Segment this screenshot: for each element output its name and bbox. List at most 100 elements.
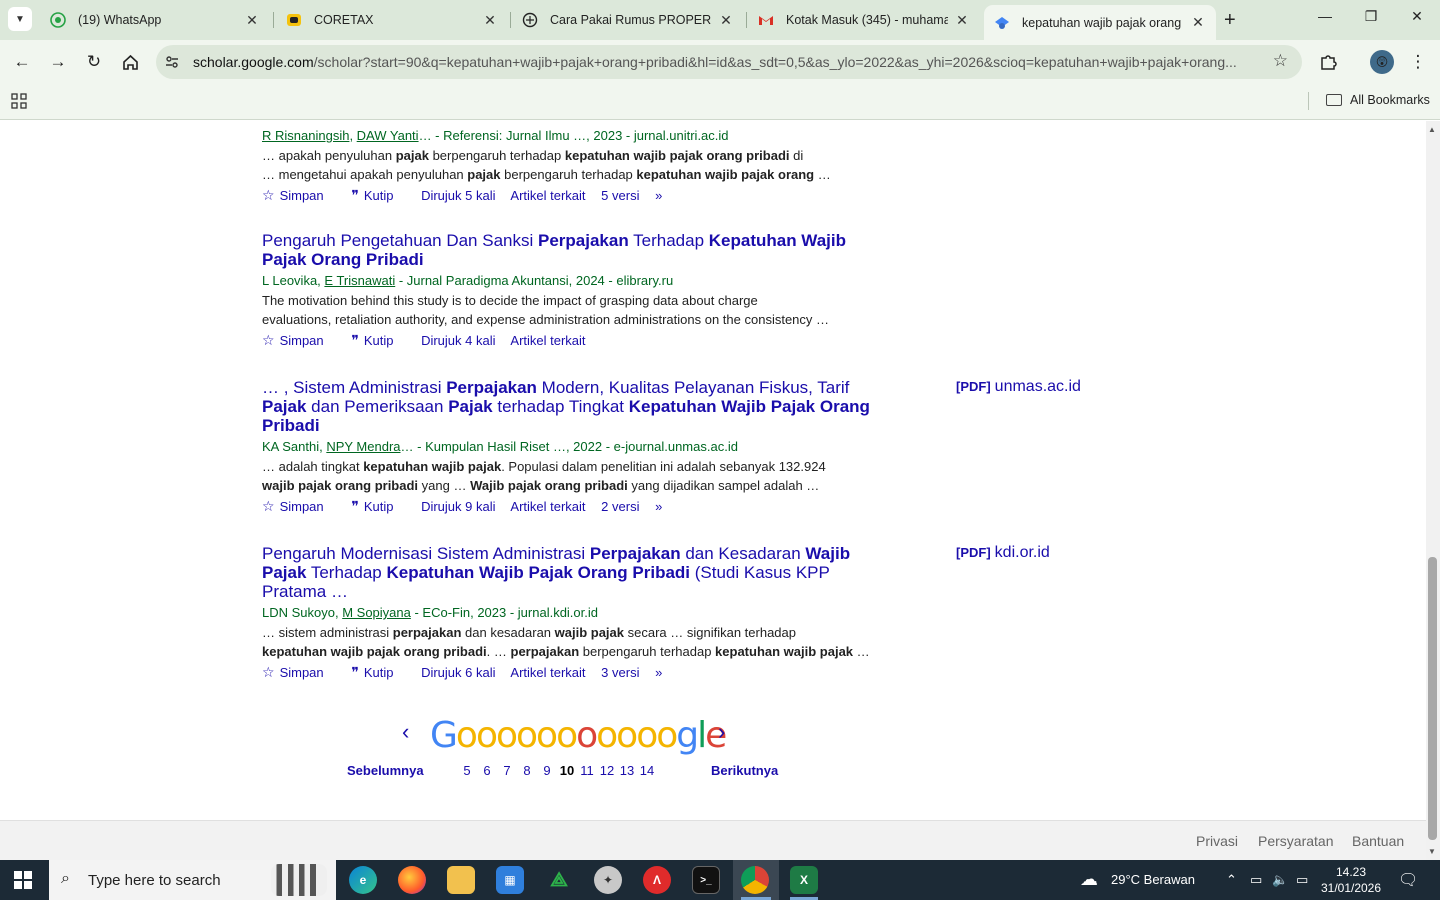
related-articles-link[interactable]: Artikel terkait — [510, 499, 585, 514]
scroll-down-icon[interactable]: ▼ — [1428, 847, 1436, 856]
page-link[interactable]: 7 — [498, 763, 516, 778]
page-link[interactable]: 5 — [458, 763, 476, 778]
extensions-button[interactable] — [1318, 52, 1338, 72]
close-icon[interactable]: ✕ — [718, 12, 734, 29]
cite-link[interactable]: ❞ Kutip — [351, 187, 405, 203]
page-link[interactable]: 6 — [478, 763, 496, 778]
page-link[interactable]: 8 — [518, 763, 536, 778]
chrome-icon[interactable] — [741, 866, 769, 894]
cited-by-link[interactable]: Dirujuk 6 kali — [421, 665, 495, 680]
tab-whatsapp[interactable]: (19) WhatsApp ✕ — [40, 6, 270, 34]
menu-button[interactable]: ⋮ — [1408, 52, 1428, 72]
address-bar[interactable]: scholar.google.com/scholar?start=90&q=ke… — [156, 45, 1302, 79]
system-clock[interactable]: 14.23 31/01/2026 — [1313, 864, 1389, 896]
back-button[interactable]: ← — [12, 52, 32, 72]
apps-grid-icon[interactable] — [11, 93, 27, 109]
related-articles-link[interactable]: Artikel terkait — [510, 665, 585, 680]
page-scrollbar[interactable]: ▲ ▼ — [1426, 121, 1440, 860]
save-link[interactable]: ☆ Simpan — [262, 664, 336, 680]
related-articles-link[interactable]: Artikel terkait — [510, 333, 585, 348]
author-link[interactable]: E Trisnawati — [324, 273, 395, 288]
chevron-left-icon[interactable]: ‹ — [402, 719, 409, 745]
author-link[interactable]: R Risnaningsih — [262, 128, 349, 143]
tab-chatgpt[interactable]: Cara Pakai Rumus PROPER ✕ — [512, 6, 744, 34]
result-title-link[interactable]: … , Sistem Administrasi Perpajakan Moder… — [262, 378, 882, 435]
terminal-icon[interactable]: >_ — [692, 866, 720, 894]
versions-link[interactable]: 2 versi — [601, 499, 639, 514]
edge-icon[interactable]: e — [349, 866, 377, 894]
minimize-button[interactable]: — — [1302, 8, 1348, 24]
windows-start-icon[interactable] — [14, 871, 32, 889]
url-text[interactable]: scholar.google.com/scholar?start=90&q=ke… — [193, 54, 1259, 70]
scrollbar-thumb[interactable] — [1428, 557, 1437, 840]
cited-by-link[interactable]: Dirujuk 5 kali — [421, 188, 495, 203]
page-link[interactable]: 9 — [538, 763, 556, 778]
network-icon[interactable]: ▭ — [1296, 872, 1308, 888]
save-link[interactable]: ☆ Simpan — [262, 187, 336, 203]
taskbar-search[interactable]: ⌕ Type here to search — [49, 860, 336, 900]
tab-gmail[interactable]: Kotak Masuk (345) - muhamad ✕ — [748, 6, 980, 34]
page-link[interactable]: 11 — [578, 763, 596, 778]
site-info-icon[interactable] — [164, 54, 180, 70]
tab-search-button[interactable]: ▼ — [8, 7, 32, 31]
save-link[interactable]: ☆ Simpan — [262, 498, 336, 514]
pdf-link[interactable]: [PDF] unmas.ac.id — [956, 378, 1081, 396]
forward-button[interactable]: → — [48, 52, 68, 72]
restore-button[interactable]: ❐ — [1348, 8, 1394, 25]
close-icon[interactable]: ✕ — [244, 12, 260, 29]
home-button[interactable] — [120, 52, 140, 72]
app-chip-icon[interactable]: ✦ — [594, 866, 622, 894]
help-link[interactable]: Bantuan — [1352, 833, 1404, 849]
close-icon[interactable]: ✕ — [482, 12, 498, 29]
cited-by-link[interactable]: Dirujuk 4 kali — [421, 333, 495, 348]
versions-link[interactable]: 5 versi — [601, 188, 639, 203]
notification-icon[interactable]: 🗨 — [1398, 870, 1418, 890]
page-link[interactable]: 13 — [618, 763, 636, 778]
speaker-icon[interactable]: 🔈 — [1272, 872, 1288, 888]
chevron-up-icon[interactable]: ⌃ — [1226, 872, 1237, 888]
more-icon[interactable]: » — [655, 188, 662, 203]
tab-coretax[interactable]: CORETAX ✕ — [276, 6, 508, 34]
close-window-button[interactable]: ✕ — [1394, 8, 1440, 25]
cite-link[interactable]: ❞ Kutip — [351, 498, 405, 514]
close-icon[interactable]: ✕ — [1190, 14, 1206, 31]
page-link[interactable]: 14 — [638, 763, 656, 778]
cited-by-link[interactable]: Dirujuk 9 kali — [421, 499, 495, 514]
battery-icon[interactable]: ▭ — [1250, 872, 1262, 888]
author-link[interactable]: DAW Yanti — [357, 128, 419, 143]
prev-page-link[interactable]: Sebelumnya — [347, 763, 424, 778]
cite-link[interactable]: ❞ Kutip — [351, 664, 405, 680]
save-link[interactable]: ☆ Simpan — [262, 332, 336, 348]
weather-cloud-icon[interactable]: ☁ — [1080, 869, 1098, 890]
author-link[interactable]: M Sopiyana — [342, 605, 411, 620]
new-tab-button[interactable]: + — [1224, 9, 1236, 32]
weather-text[interactable]: 29°C Berawan — [1111, 872, 1195, 887]
chevron-right-icon[interactable]: › — [718, 719, 725, 745]
file-explorer-icon[interactable] — [447, 866, 475, 894]
tab-scholar[interactable]: kepatuhan wajib pajak orang p ✕ — [984, 5, 1216, 40]
more-icon[interactable]: » — [655, 665, 662, 680]
versions-link[interactable]: 3 versi — [601, 665, 639, 680]
all-bookmarks-button[interactable]: All Bookmarks — [1326, 93, 1430, 107]
result-title-link[interactable]: Pengaruh Modernisasi Sistem Administrasi… — [262, 544, 882, 601]
page-link[interactable]: 12 — [598, 763, 616, 778]
result-title-link[interactable]: Pengaruh Pengetahuan Dan Sanksi Perpajak… — [262, 231, 882, 269]
excel-icon[interactable]: X — [790, 866, 818, 894]
app-red-icon[interactable]: Λ — [643, 866, 671, 894]
author-link[interactable]: NPY Mendra — [326, 439, 400, 454]
bookmark-star-icon[interactable]: ☆ — [1273, 51, 1288, 71]
privacy-link[interactable]: Privasi — [1196, 833, 1238, 849]
more-icon[interactable]: » — [655, 499, 662, 514]
terms-link[interactable]: Persyaratan — [1258, 833, 1333, 849]
firefox-icon[interactable] — [398, 866, 426, 894]
scroll-up-icon[interactable]: ▲ — [1428, 125, 1436, 134]
profile-avatar[interactable]: 😲 — [1370, 50, 1394, 74]
next-page-link[interactable]: Berikutnya — [711, 763, 778, 778]
app-tree-icon[interactable]: ⟁ — [545, 866, 573, 894]
related-articles-link[interactable]: Artikel terkait — [510, 188, 585, 203]
reload-button[interactable]: ↻ — [84, 52, 104, 72]
cite-link[interactable]: ❞ Kutip — [351, 332, 405, 348]
microsoft-store-icon[interactable]: ▦ — [496, 866, 524, 894]
close-icon[interactable]: ✕ — [954, 12, 970, 29]
pdf-link[interactable]: [PDF] kdi.or.id — [956, 544, 1050, 562]
